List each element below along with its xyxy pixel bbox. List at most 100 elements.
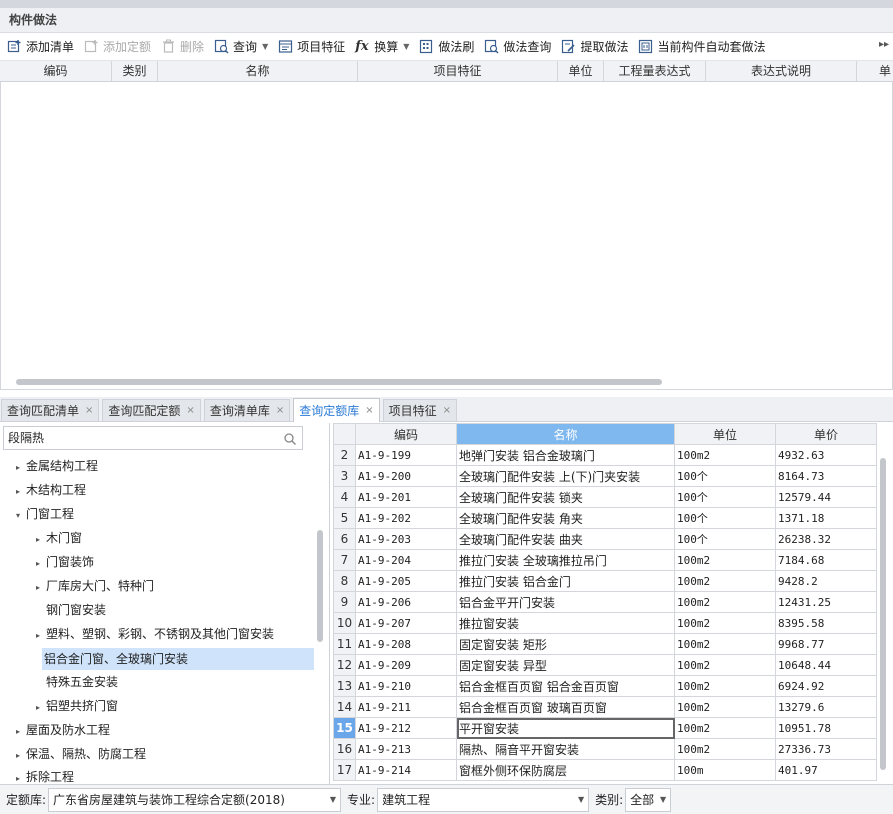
col-price[interactable]: 单价	[775, 423, 877, 445]
unit-cell[interactable]: 100m2	[674, 549, 776, 571]
table-row[interactable]: 16 A1-9-213 隔热、隔音平开窗安装 100m2 27336.73	[333, 738, 877, 760]
price-cell[interactable]: 13279.6	[775, 696, 877, 718]
tree-item[interactable]: 钢门窗安装	[36, 599, 106, 621]
code-cell[interactable]: A1-9-200	[355, 465, 457, 487]
project-feature-button[interactable]: 项目特征	[275, 36, 350, 58]
code-cell[interactable]: A1-9-202	[355, 507, 457, 529]
table-row[interactable]: 10 A1-9-207 推拉窗安装 100m2 8395.58	[333, 612, 877, 634]
unit-cell[interactable]: 100m2	[674, 675, 776, 697]
unit-cell[interactable]: 100个	[674, 507, 776, 529]
price-cell[interactable]: 401.97	[775, 759, 877, 781]
price-cell[interactable]: 8395.58	[775, 612, 877, 634]
price-cell[interactable]: 8164.73	[775, 465, 877, 487]
row-number[interactable]: 14	[333, 696, 356, 718]
collapse-arrow-icon[interactable]: ▾	[16, 505, 26, 527]
tab-list-library[interactable]: 查询清单库 ×	[203, 399, 291, 421]
tree-item[interactable]: ▸ 厂库房大门、特种门	[36, 575, 154, 597]
table-row[interactable]: 14 A1-9-211 铝合金框百页窗 玻璃百页窗 100m2 13279.6	[333, 696, 877, 718]
category-select[interactable]: 全部 ▼	[625, 787, 672, 812]
horizontal-scrollbar[interactable]	[16, 379, 662, 385]
code-cell[interactable]: A1-9-199	[355, 444, 457, 466]
unit-cell[interactable]: 100个	[674, 486, 776, 508]
price-cell[interactable]: 26238.32	[775, 528, 877, 550]
tree-item[interactable]: ▸ 塑料、塑钢、彩钢、不锈钢及其他门窗安装	[36, 623, 274, 645]
expand-arrow-icon[interactable]: ▸	[16, 745, 26, 767]
table-row[interactable]: 15 A1-9-212 平开窗安装 100m2 10951.78	[333, 717, 877, 739]
name-cell[interactable]: 平开窗安装	[456, 717, 675, 739]
table-row[interactable]: 4 A1-9-201 全玻璃门配件安装 锁夹 100个 12579.44	[333, 486, 877, 508]
table-row[interactable]: 3 A1-9-200 全玻璃门配件安装 上(下)门夹安装 100个 8164.73	[333, 465, 877, 487]
price-cell[interactable]: 7184.68	[775, 549, 877, 571]
col-unit-price[interactable]: 单	[857, 61, 893, 81]
col-code[interactable]: 编码	[0, 61, 112, 81]
unit-cell[interactable]: 100m2	[674, 654, 776, 676]
close-icon[interactable]: ×	[186, 405, 194, 416]
unit-cell[interactable]: 100m2	[674, 738, 776, 760]
method-query-button[interactable]: 做法查询	[481, 36, 556, 58]
tab-quota-library[interactable]: 查询定额库 ×	[293, 398, 380, 422]
expand-arrow-icon[interactable]: ▸	[16, 481, 26, 503]
name-cell[interactable]: 铝合金框百页窗 玻璃百页窗	[456, 696, 675, 718]
table-vertical-scrollbar[interactable]	[880, 458, 886, 770]
tree-item[interactable]: 特殊五金安装	[36, 671, 118, 693]
unit-cell[interactable]: 100m2	[674, 591, 776, 613]
expand-arrow-icon[interactable]: ▸	[36, 697, 46, 719]
price-cell[interactable]: 4932.63	[775, 444, 877, 466]
code-cell[interactable]: A1-9-208	[355, 633, 457, 655]
row-number[interactable]: 15	[333, 717, 356, 739]
close-icon[interactable]: ×	[443, 405, 451, 416]
close-icon[interactable]: ×	[85, 405, 93, 416]
table-row[interactable]: 17 A1-9-214 窗框外侧环保防腐层 100m 401.97	[333, 759, 877, 781]
quota-lib-select[interactable]: 广东省房屋建筑与装饰工程综合定额(2018) ▼	[48, 787, 342, 812]
name-cell[interactable]: 全玻璃门配件安装 上(下)门夹安装	[456, 465, 675, 487]
row-number[interactable]: 3	[333, 465, 356, 487]
name-cell[interactable]: 推拉门安装 铝合金门	[456, 570, 675, 592]
row-number[interactable]: 7	[333, 549, 356, 571]
tree-item[interactable]: ▸ 金属结构工程	[16, 455, 98, 477]
expand-arrow-icon[interactable]: ▸	[16, 457, 26, 479]
tree-item-selected[interactable]: 铝合金门窗、全玻璃门安装	[42, 648, 314, 670]
table-row[interactable]: 2 A1-9-199 地弹门安装 铝合金玻璃门 100m2 4932.63	[333, 444, 877, 466]
table-row[interactable]: 9 A1-9-206 铝合金平开门安装 100m2 12431.25	[333, 591, 877, 613]
code-cell[interactable]: A1-9-211	[355, 696, 457, 718]
unit-cell[interactable]: 100m2	[674, 696, 776, 718]
name-cell[interactable]: 全玻璃门配件安装 角夹	[456, 507, 675, 529]
expand-arrow-icon[interactable]: ▸	[36, 529, 46, 551]
price-cell[interactable]: 10648.44	[775, 654, 877, 676]
close-icon[interactable]: ×	[365, 405, 373, 416]
code-cell[interactable]: A1-9-204	[355, 549, 457, 571]
col-name[interactable]: 名称	[158, 61, 358, 81]
extract-method-button[interactable]: 提取做法	[558, 36, 633, 58]
col-type[interactable]: 类别	[112, 61, 158, 81]
table-row[interactable]: 13 A1-9-210 铝合金框百页窗 铝合金百页窗 100m2 6924.92	[333, 675, 877, 697]
delete-button[interactable]: 删除	[158, 36, 209, 58]
name-cell[interactable]: 隔热、隔音平开窗安装	[456, 738, 675, 760]
unit-cell[interactable]: 100m2	[674, 633, 776, 655]
col-unit[interactable]: 单位	[558, 61, 604, 81]
col-code[interactable]: 编码	[355, 423, 457, 445]
name-cell[interactable]: 窗框外侧环保防腐层	[456, 759, 675, 781]
toolbar-overflow-icon[interactable]: ▸▸	[879, 39, 889, 50]
unit-cell[interactable]: 100个	[674, 465, 776, 487]
tree-item[interactable]: ▸ 木结构工程	[16, 479, 86, 501]
price-cell[interactable]: 6924.92	[775, 675, 877, 697]
name-cell[interactable]: 全玻璃门配件安装 锁夹	[456, 486, 675, 508]
row-number[interactable]: 2	[333, 444, 356, 466]
table-row[interactable]: 7 A1-9-204 推拉门安装 全玻璃推拉吊门 100m2 7184.68	[333, 549, 877, 571]
row-number[interactable]: 6	[333, 528, 356, 550]
unit-cell[interactable]: 100m2	[674, 570, 776, 592]
expand-arrow-icon[interactable]: ▸	[16, 721, 26, 743]
name-cell[interactable]: 固定窗安装 矩形	[456, 633, 675, 655]
convert-button[interactable]: fx 换算 ▼	[352, 36, 414, 58]
row-number[interactable]: 8	[333, 570, 356, 592]
table-row[interactable]: 6 A1-9-203 全玻璃门配件安装 曲夹 100个 26238.32	[333, 528, 877, 550]
row-number[interactable]: 16	[333, 738, 356, 760]
code-cell[interactable]: A1-9-205	[355, 570, 457, 592]
unit-cell[interactable]: 100m2	[674, 444, 776, 466]
price-cell[interactable]: 9968.77	[775, 633, 877, 655]
price-cell[interactable]: 27336.73	[775, 738, 877, 760]
name-cell[interactable]: 铝合金平开门安装	[456, 591, 675, 613]
col-name[interactable]: 名称	[456, 423, 675, 445]
row-number[interactable]: 5	[333, 507, 356, 529]
code-cell[interactable]: A1-9-201	[355, 486, 457, 508]
